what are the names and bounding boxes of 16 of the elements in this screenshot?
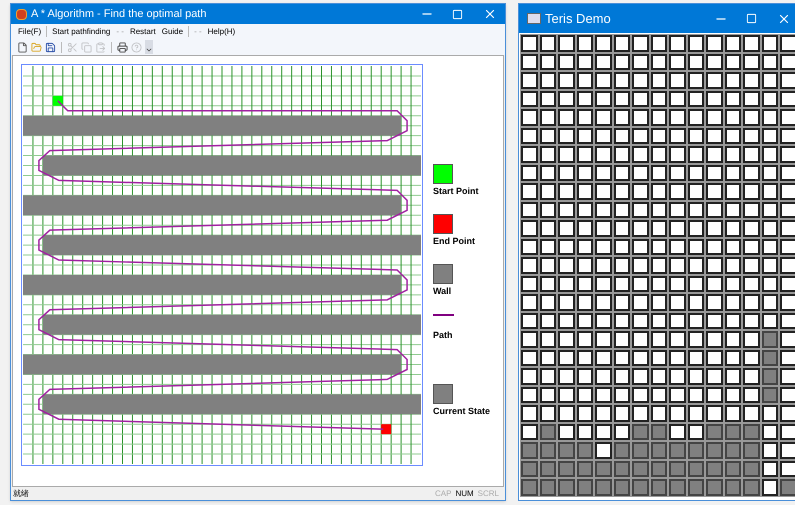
menu-item[interactable]: Restart <box>126 26 159 38</box>
status-indicator: NUM <box>455 488 474 500</box>
legend-label: End Point <box>433 235 476 248</box>
menu-item[interactable]: Help(H) <box>204 26 238 38</box>
window-title: A * Algorithm - Find the optimal path <box>31 6 206 22</box>
legend-label: Start Point <box>433 185 480 198</box>
menu-item[interactable]: Guide <box>158 26 186 38</box>
menu-item[interactable]: Start pathfinding <box>49 26 114 38</box>
status-indicator: CAP <box>434 488 452 500</box>
menu-item[interactable]: File(F) <box>15 26 44 38</box>
legend-label: Wall <box>433 285 452 298</box>
legend-label: Current State <box>433 405 490 418</box>
status-text: 就绪 <box>13 488 29 500</box>
window-title: Teris Demo <box>545 10 611 28</box>
legend-label: Path <box>433 329 454 342</box>
status-indicator: SCRL <box>478 488 499 500</box>
